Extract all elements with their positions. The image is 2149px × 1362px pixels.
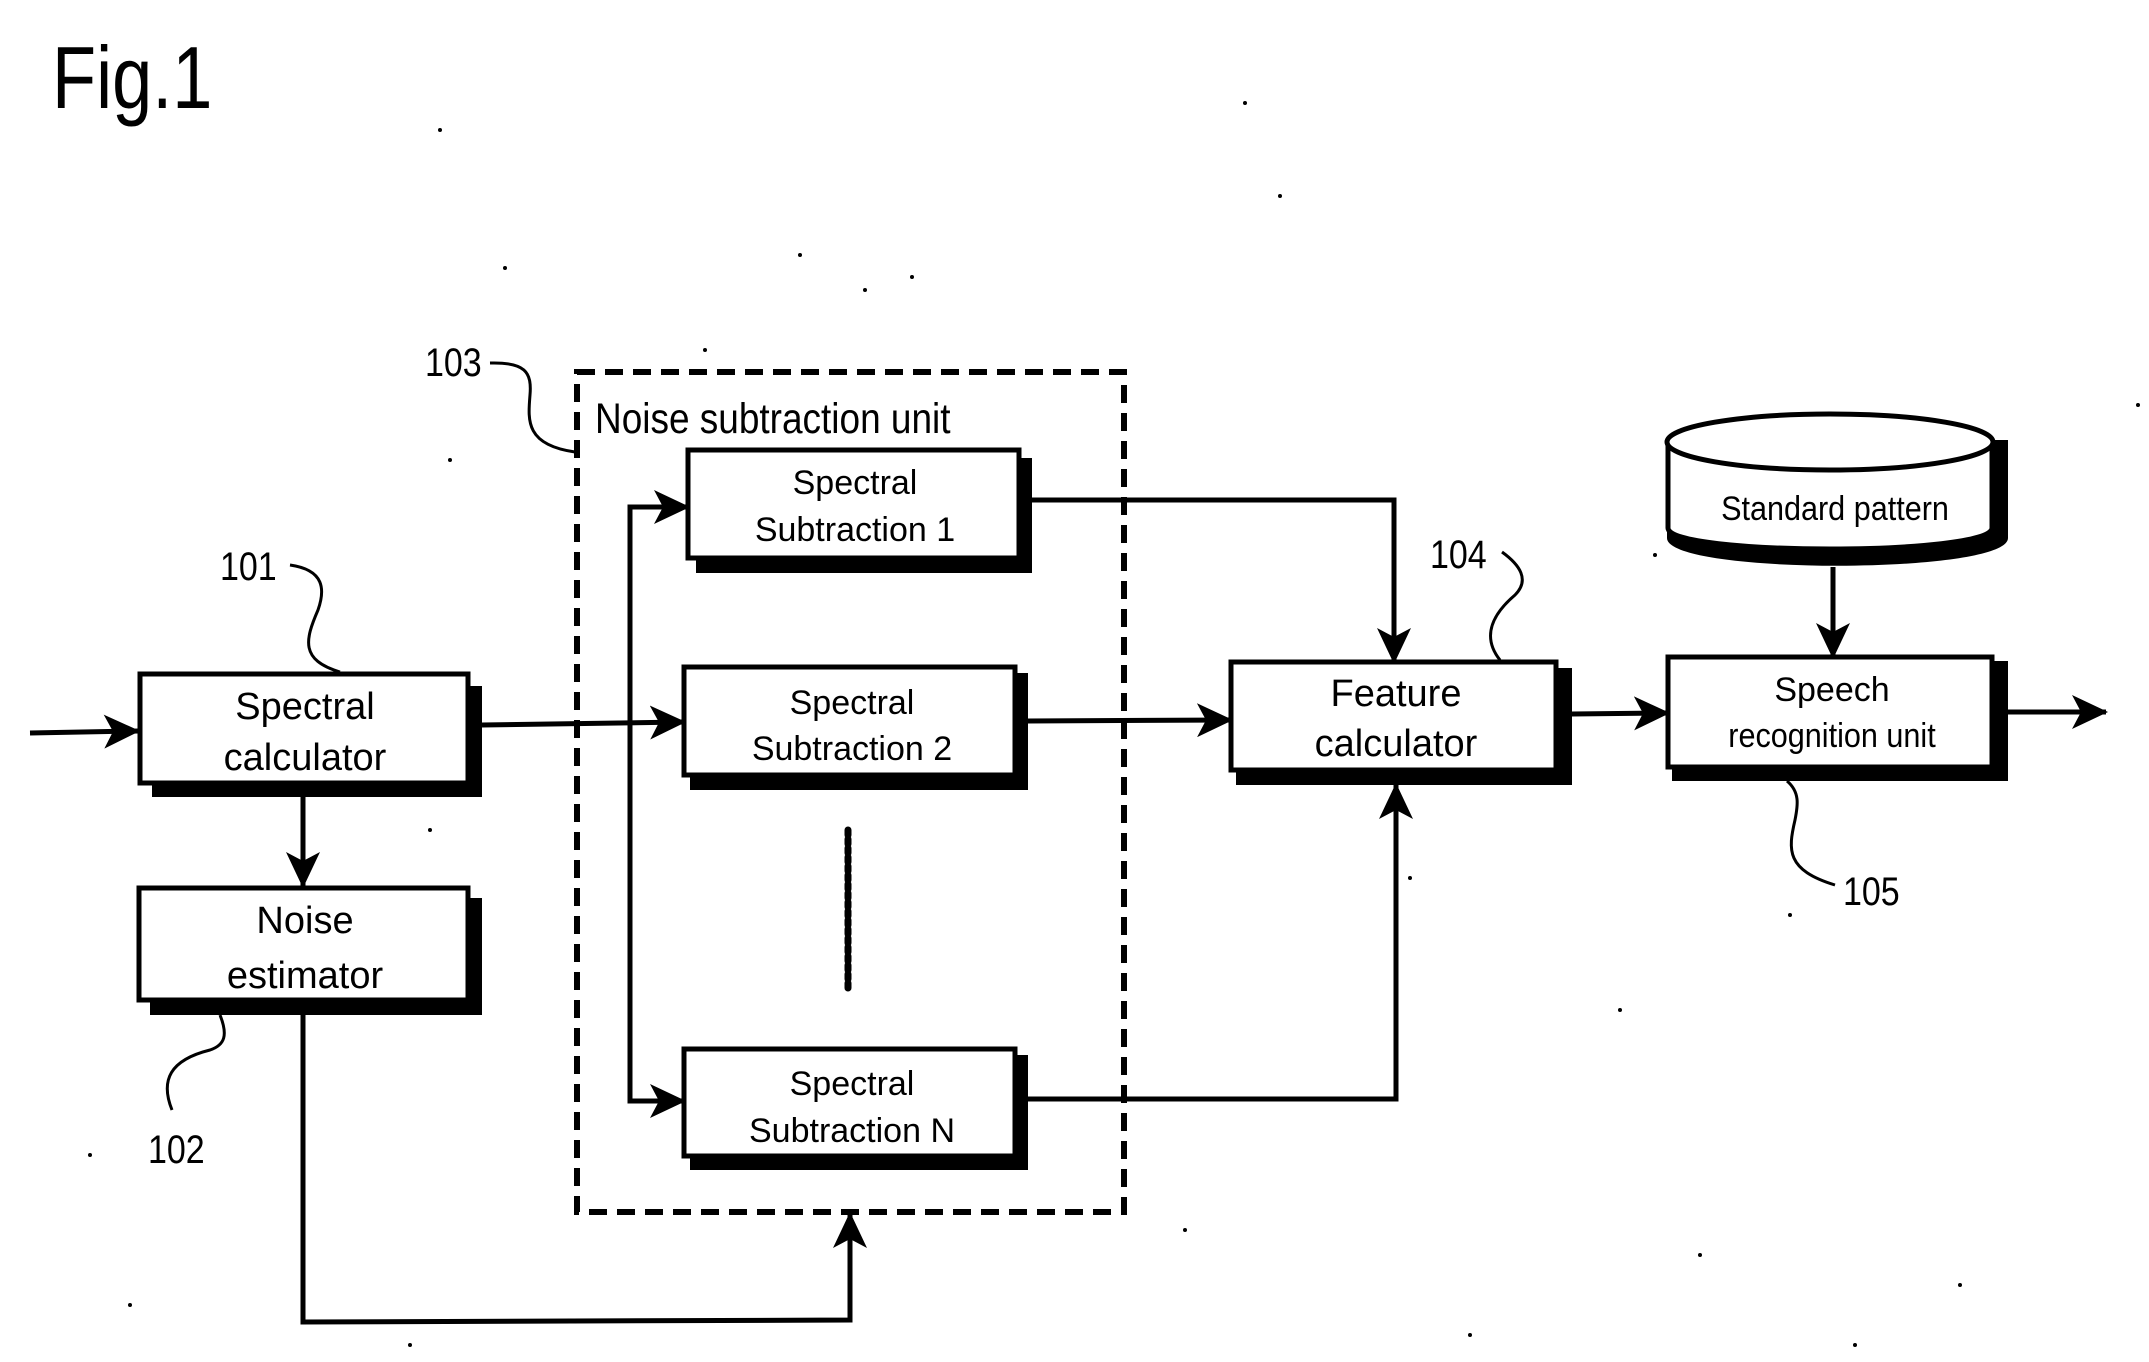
- spectral-subtraction-2-block: Spectral Subtraction 2: [681, 664, 1028, 790]
- leader-line-102: [165, 1014, 226, 1111]
- figure-title: Fig.1: [52, 29, 212, 127]
- spectral-calculator-label-line2: calculator: [224, 737, 387, 779]
- leader-line-103: [489, 361, 576, 454]
- line-subtraction-n-to-feature: [1028, 783, 1413, 1102]
- line-subtraction-1-to-feature: [1032, 497, 1411, 664]
- noise-estimator-block: Noise estimator: [136, 885, 482, 1015]
- spectral-subtraction-n-line1: Spectral: [790, 1065, 915, 1103]
- speech-recognition-unit-block: Speech recognition unit: [1665, 654, 2008, 781]
- line-subtraction-2-to-feature: [1027, 703, 1233, 738]
- ref-label-102: 102: [148, 1126, 205, 1171]
- noise-subtraction-unit-title: Noise subtraction unit: [595, 395, 951, 442]
- leader-line-101: [289, 563, 341, 674]
- spectral-subtraction-1-line2: Subtraction 1: [755, 511, 955, 549]
- feature-calculator-block: Feature calculator: [1228, 659, 1572, 785]
- ref-label-103: 103: [425, 339, 482, 384]
- distribution-bus: [627, 504, 688, 1104]
- input-arrow: [29, 714, 140, 749]
- noise-estimator-label-line1: Noise: [256, 900, 353, 942]
- spectral-subtraction-2-line1: Spectral: [790, 684, 915, 722]
- speech-recognition-label-line1: Speech: [1774, 671, 1889, 709]
- standard-pattern-label: Standard pattern: [1721, 490, 1949, 528]
- spectral-subtraction-2-line2: Subtraction 2: [752, 730, 952, 768]
- spectral-subtraction-1-block: Spectral Subtraction 1: [685, 447, 1032, 573]
- ref-label-105: 105: [1843, 868, 1900, 913]
- leader-line-104: [1489, 550, 1524, 661]
- spectral-calculator-block: Spectral calculator: [137, 671, 482, 797]
- ref-label-101: 101: [220, 543, 277, 588]
- standard-pattern-top: [1664, 411, 1996, 473]
- block-diagram: Fig.1 Noise subtraction unit 103 Spectra…: [29, 29, 2140, 1347]
- standard-pattern-database: Standard pattern: [1664, 411, 2008, 566]
- noise-estimator-label-line2: estimator: [227, 955, 384, 997]
- spectral-subtraction-n-block: Spectral Subtraction N: [681, 1046, 1028, 1170]
- feature-calculator-label-line1: Feature: [1331, 673, 1462, 715]
- feature-calculator-label-line2: calculator: [1315, 723, 1478, 765]
- spectral-calculator-label-line1: Spectral: [235, 686, 374, 728]
- leader-line-105: [1785, 779, 1836, 887]
- spectral-subtraction-1-line1: Spectral: [793, 464, 918, 502]
- ref-label-104: 104: [1430, 531, 1487, 576]
- speech-recognition-label-line2: recognition unit: [1728, 717, 1935, 755]
- arrow-spectral-to-subtraction-2: [481, 705, 686, 740]
- arrow-feature-to-speech: [1571, 696, 1670, 731]
- spectral-subtraction-n-line2: Subtraction N: [749, 1112, 955, 1150]
